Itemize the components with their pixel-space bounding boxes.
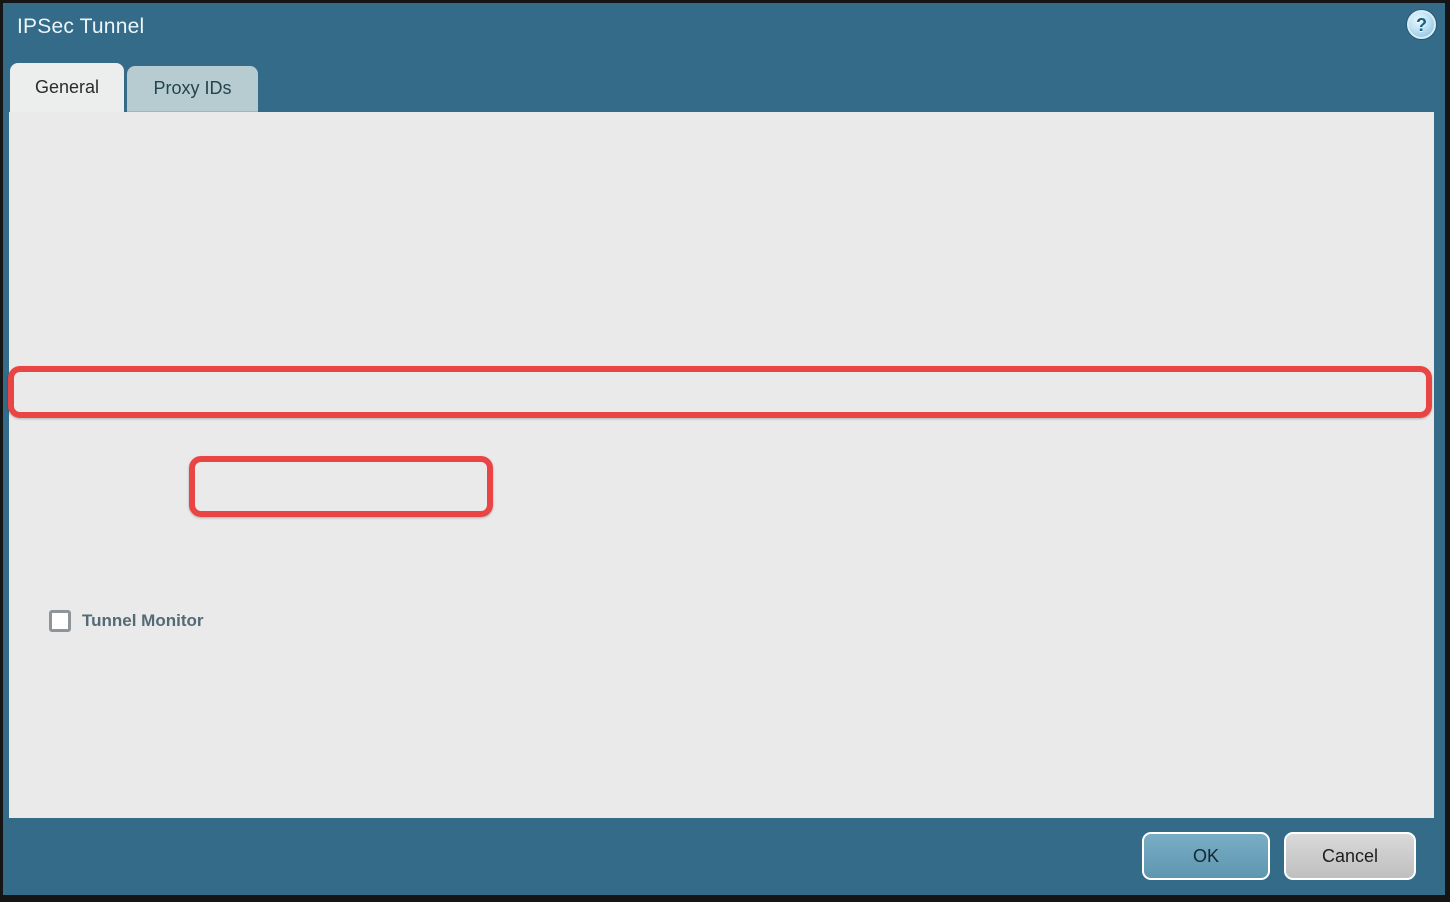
tab-general[interactable]: General: [10, 63, 124, 112]
ok-button[interactable]: OK: [1142, 832, 1270, 880]
cancel-button[interactable]: Cancel: [1284, 832, 1416, 880]
tunnel-monitor-checkbox[interactable]: Tunnel Monitor: [40, 608, 213, 634]
checkbox-unchecked-icon: [49, 610, 71, 632]
tab-proxy-ids-label: Proxy IDs: [153, 78, 231, 99]
tab-general-label: General: [35, 77, 99, 98]
ipsec-tunnel-dialog: IPSec Tunnel ? General Proxy IDs Name Tu…: [0, 0, 1450, 902]
general-tab-panel: [9, 112, 1434, 818]
tab-proxy-ids[interactable]: Proxy IDs: [127, 66, 258, 112]
help-icon[interactable]: ?: [1407, 10, 1436, 39]
dialog-title: IPSec Tunnel: [17, 15, 144, 39]
